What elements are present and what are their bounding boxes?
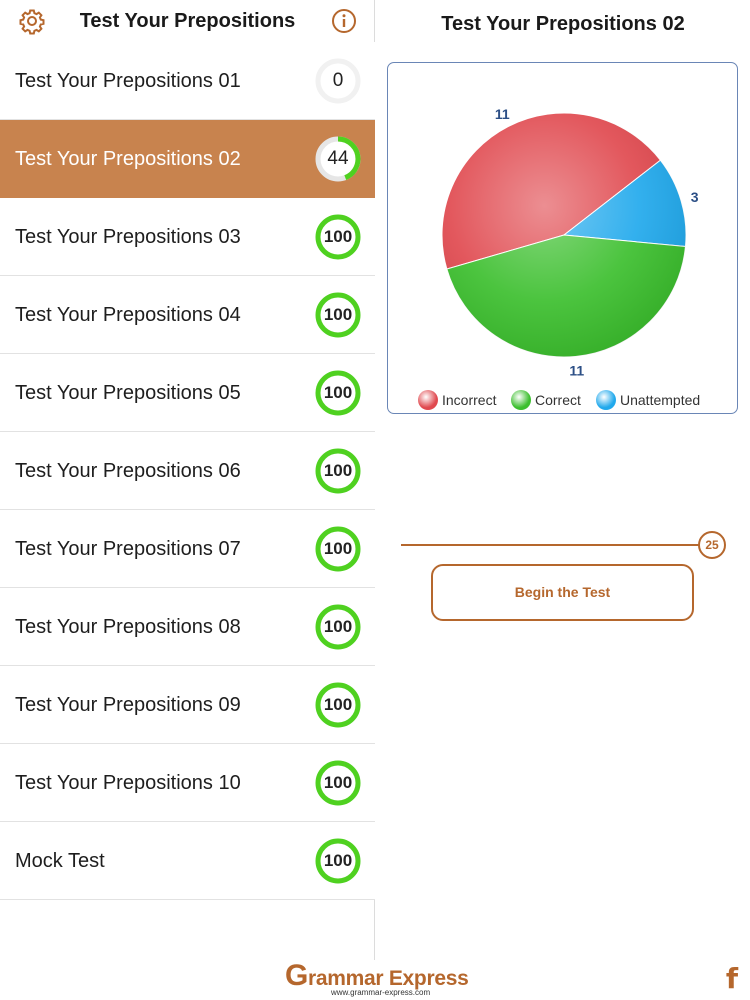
score-badge: 44 (315, 136, 361, 182)
score-badge: 100 (315, 760, 361, 806)
score-badge: 100 (315, 526, 361, 572)
score-value: 100 (323, 461, 353, 480)
score-value: 100 (323, 539, 353, 558)
test-list-panel: Test Your Prepositions Test Your Preposi… (0, 0, 375, 960)
score-badge: 0 (315, 58, 361, 104)
logo-text-wrap: Grammar Express (285, 961, 469, 991)
test-list-item[interactable]: Test Your Prepositions 06 100 (0, 432, 375, 510)
score-badge: 100 (315, 838, 361, 884)
test-item-label: Test Your Prepositions 02 (15, 148, 241, 170)
logo-text: rammar Express (308, 967, 469, 990)
test-list: Test Your Prepositions 01 0 Test Your Prep… (0, 42, 375, 900)
test-item-label: Test Your Prepositions 10 (15, 772, 241, 794)
score-badge: 100 (315, 448, 361, 494)
left-panel-title: Test Your Prepositions (79, 10, 296, 32)
pie-value-label: 3 (691, 189, 699, 205)
test-list-item[interactable]: Test Your Prepositions 09 100 (0, 666, 375, 744)
test-list-item[interactable]: Test Your Prepositions 08 100 (0, 588, 375, 666)
results-chart-card: 11 3 11 Incorrect Correct Unattempted (387, 62, 738, 414)
info-icon[interactable] (329, 6, 359, 36)
score-badge: 100 (315, 370, 361, 416)
test-list-item[interactable]: Test Your Prepositions 10 100 (0, 744, 375, 822)
test-item-label: Test Your Prepositions 04 (15, 304, 241, 326)
facebook-icon[interactable]: f (722, 964, 742, 994)
test-list-item[interactable]: Test Your Prepositions 07 100 (0, 510, 375, 588)
test-item-label: Test Your Prepositions 03 (15, 226, 241, 248)
legend-label: Incorrect (442, 392, 497, 408)
footer: Grammar Express www.grammar-express.com … (0, 960, 750, 1000)
score-value: 44 (327, 148, 349, 169)
test-list-item[interactable]: Test Your Prepositions 04 100 (0, 276, 375, 354)
test-list-item[interactable]: Mock Test 100 (0, 822, 375, 900)
test-item-label: Test Your Prepositions 09 (15, 694, 241, 716)
left-header: Test Your Prepositions (0, 0, 375, 44)
test-item-label: Test Your Prepositions 06 (15, 460, 241, 482)
test-item-label: Test Your Prepositions 05 (15, 382, 241, 404)
begin-test-button[interactable]: Begin the Test (431, 564, 694, 621)
test-item-label: Test Your Prepositions 07 (15, 538, 241, 560)
test-list-item[interactable]: Test Your Prepositions 01 0 (0, 42, 375, 120)
legend-swatch (596, 390, 616, 410)
test-item-label: Test Your Prepositions 08 (15, 616, 241, 638)
pie-value-label: 11 (495, 106, 510, 122)
test-item-label: Test Your Prepositions 01 (15, 70, 241, 92)
score-value: 100 (323, 773, 353, 792)
legend-swatch (511, 390, 531, 410)
question-count-slider[interactable]: 25 (401, 531, 727, 561)
test-item-label: Mock Test (15, 850, 105, 872)
score-badge: 100 (315, 682, 361, 728)
slider-knob[interactable]: 25 (698, 531, 726, 559)
slider-track[interactable] (401, 544, 699, 546)
score-value: 0 (332, 70, 344, 91)
score-value: 100 (323, 305, 353, 324)
test-list-item[interactable]: Test Your Prepositions 05 100 (0, 354, 375, 432)
detail-title: Test Your Prepositions 02 (441, 13, 685, 35)
score-badge: 100 (315, 214, 361, 260)
legend-label: Correct (535, 392, 581, 408)
score-badge: 100 (315, 604, 361, 650)
score-value: 100 (323, 383, 353, 402)
logo-url: www.grammar-express.com (331, 988, 431, 997)
pie-value-label: 11 (569, 362, 584, 378)
legend-swatch (418, 390, 438, 410)
test-list-item[interactable]: Test Your Prepositions 02 44 (0, 120, 375, 198)
score-value: 100 (323, 851, 353, 870)
test-list-item[interactable]: Test Your Prepositions 03 100 (0, 198, 375, 276)
pie-chart: 11 3 11 (441, 106, 699, 378)
legend-label: Unattempted (620, 392, 701, 408)
logo-initial: G (285, 959, 309, 992)
score-value: 100 (323, 227, 353, 246)
score-value: 100 (323, 617, 353, 636)
score-badge: 100 (315, 292, 361, 338)
score-value: 100 (323, 695, 353, 714)
grammar-express-logo[interactable]: Grammar Express www.grammar-express.com (285, 961, 469, 999)
